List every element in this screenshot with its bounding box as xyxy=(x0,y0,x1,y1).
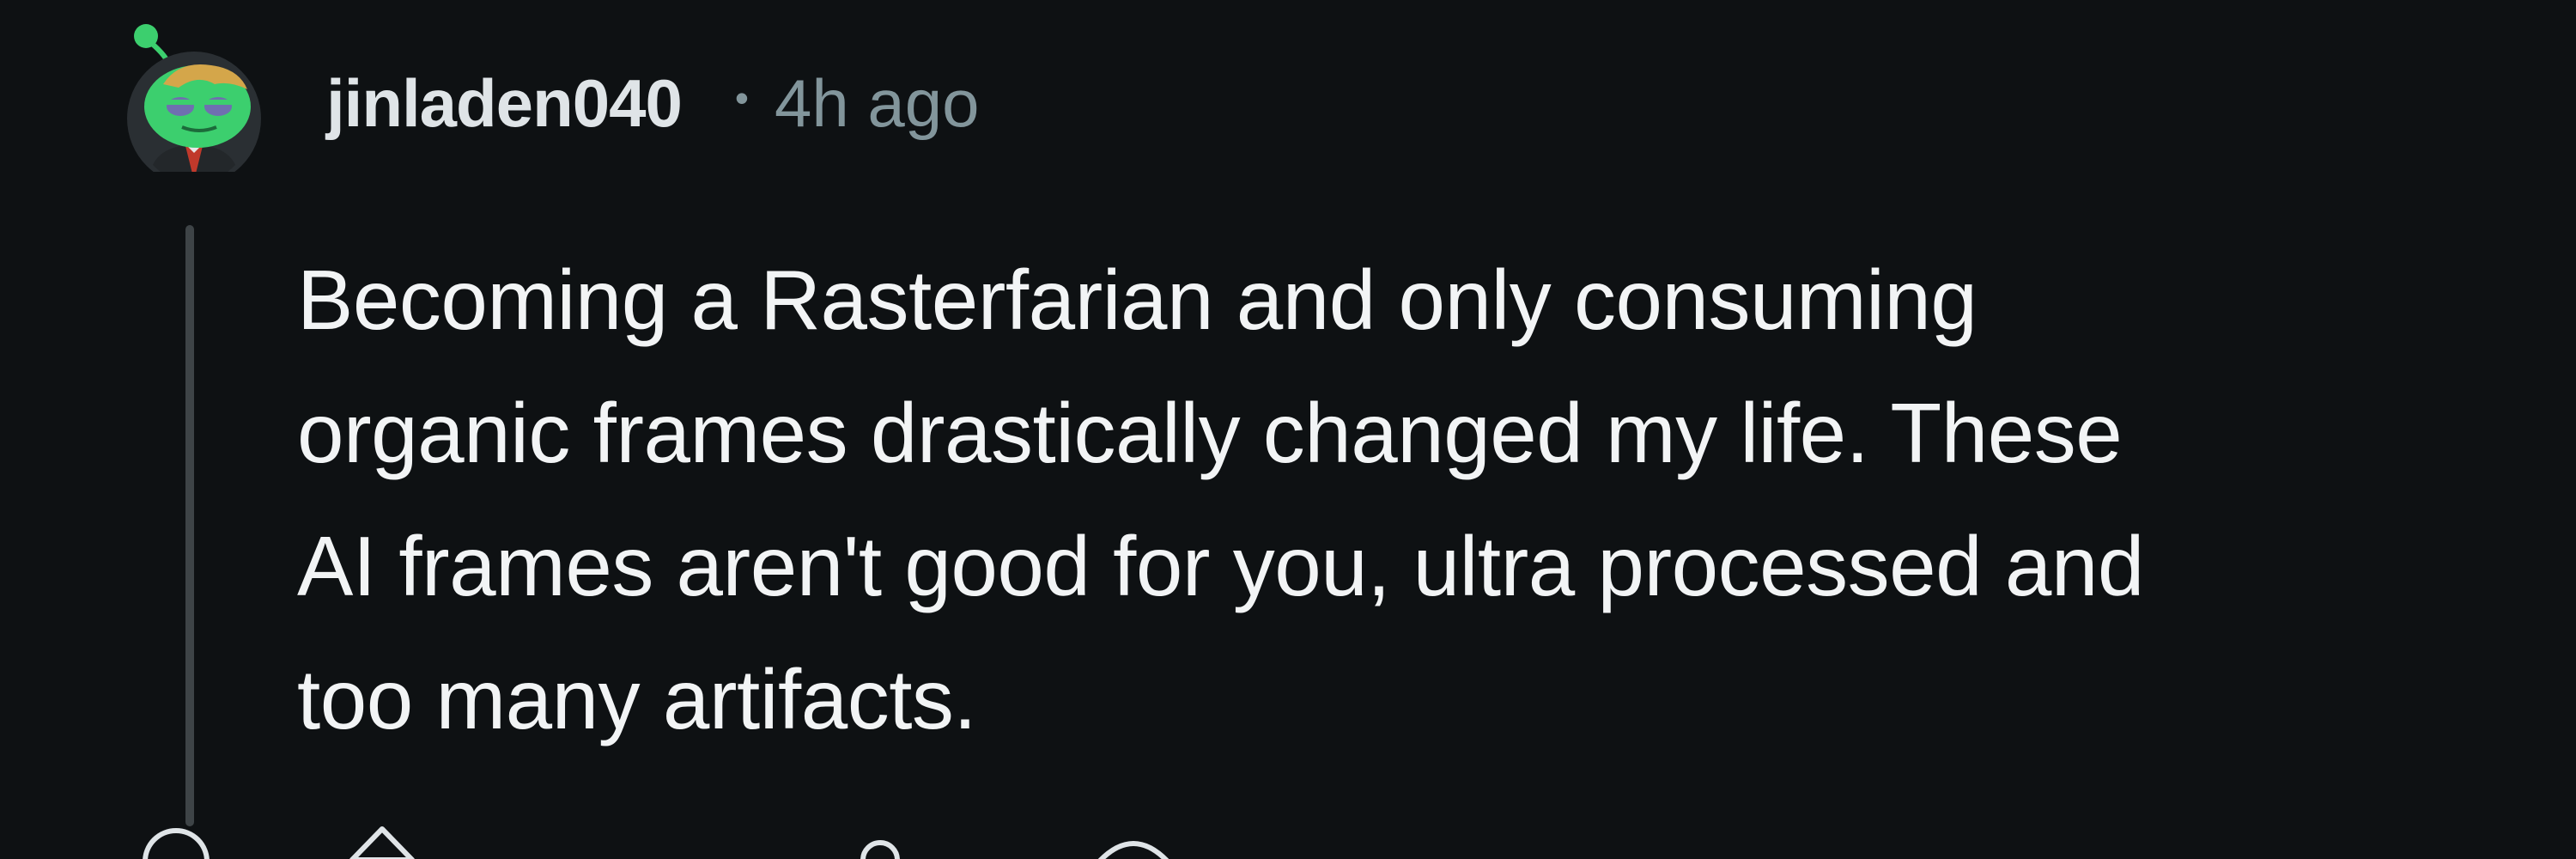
comment-header: jinladen040 • 4h ago xyxy=(326,60,980,146)
thread-line[interactable] xyxy=(185,225,194,826)
comment-body-line: Becoming a Rasterfarian and only consumi… xyxy=(297,253,1978,347)
comment-body-line: AI frames aren't good for you, ultra pro… xyxy=(297,519,2144,613)
avatar[interactable] xyxy=(118,17,264,186)
comment-card: jinladen040 • 4h ago Becoming a Rasterfa… xyxy=(0,0,2576,859)
snoo-avatar-icon xyxy=(127,24,261,186)
timestamp: 4h ago xyxy=(774,64,980,141)
comment-body-line: organic frames drastically changed my li… xyxy=(297,386,2123,480)
collapse-thread-icon[interactable] xyxy=(137,820,215,859)
award-icon[interactable] xyxy=(841,820,919,859)
comment-body-line: too many artifacts. xyxy=(297,652,977,746)
reply-bubble-icon[interactable] xyxy=(1091,820,1176,859)
username-link[interactable]: jinladen040 xyxy=(326,64,683,143)
upvote-arrow-icon[interactable] xyxy=(343,820,421,859)
comment-actions xyxy=(129,820,1170,859)
meta-separator: • xyxy=(734,76,749,120)
comment-body: Becoming a Rasterfarian and only consumi… xyxy=(297,234,2495,766)
